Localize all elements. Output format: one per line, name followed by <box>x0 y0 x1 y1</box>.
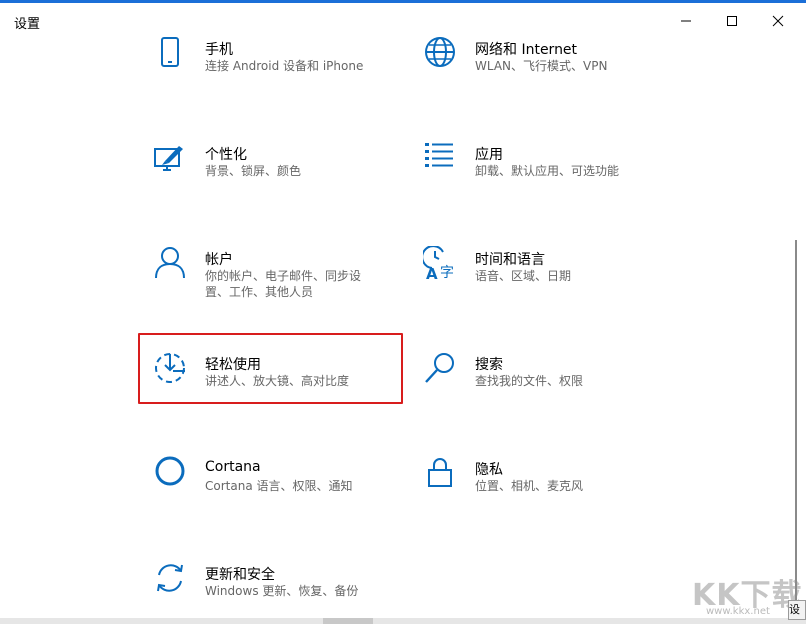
tile-label: 应用 <box>475 147 503 163</box>
tile-accounts[interactable]: 帐户 你的帐户、电子邮件、同步设置、工作、其他人员 <box>153 246 393 306</box>
apps-list-icon <box>425 143 453 167</box>
tile-description: 你的帐户、电子邮件、同步设置、工作、其他人员 <box>205 269 362 299</box>
tile-cortana[interactable]: Cortana Cortana 语言、权限、通知 <box>153 456 393 506</box>
tile-label: 时间和语言 <box>475 252 545 268</box>
tile-description: 连接 Android 设备和 iPhone <box>205 59 364 73</box>
tile-label: Cortana <box>205 459 261 475</box>
highlight-box <box>138 333 403 404</box>
close-icon <box>772 15 784 27</box>
tile-description: 位置、相机、麦克风 <box>475 479 584 493</box>
tile-description: Cortana 语言、权限、通知 <box>205 479 353 493</box>
taskbar-item[interactable] <box>323 618 373 624</box>
vertical-scrollbar[interactable] <box>795 240 797 610</box>
globe-icon <box>425 37 455 67</box>
tile-description: 背景、锁屏、颜色 <box>205 164 302 178</box>
window-title: 设置 <box>14 17 41 32</box>
tile-phone[interactable]: 手机 连接 Android 设备和 iPhone <box>153 36 393 86</box>
maximize-button[interactable] <box>709 6 755 36</box>
personalization-icon <box>154 146 183 171</box>
tile-search[interactable]: 搜索 查找我的文件、权限 <box>423 351 663 401</box>
tile-description: Windows 更新、恢复、备份 <box>205 584 359 598</box>
lock-icon <box>428 458 452 487</box>
minimize-icon <box>681 20 691 22</box>
background-window-title: 设 <box>789 603 800 616</box>
cortana-icon <box>155 456 185 486</box>
taskbar-strip <box>0 618 806 624</box>
tile-label: 网络和 Internet <box>475 42 578 58</box>
tile-label: 帐户 <box>205 252 233 268</box>
person-icon <box>155 247 185 279</box>
tile-apps[interactable]: 应用 卸载、默认应用、可选功能 <box>423 141 663 191</box>
minimize-button[interactable] <box>663 6 709 36</box>
time-language-icon: A 字 <box>423 246 454 280</box>
svg-text:字: 字 <box>440 265 454 280</box>
watermark-url: www.kkx.net <box>706 606 770 617</box>
close-button[interactable] <box>755 6 801 36</box>
tile-privacy[interactable]: 隐私 位置、相机、麦克风 <box>423 456 663 506</box>
tile-update-security[interactable]: 更新和安全 Windows 更新、恢复、备份 <box>153 561 393 611</box>
search-icon <box>425 353 454 383</box>
tile-label: 个性化 <box>205 147 247 163</box>
tile-description: 语音、区域、日期 <box>475 269 572 283</box>
tile-label: 搜索 <box>475 357 503 373</box>
phone-icon <box>161 37 179 67</box>
svg-text:A: A <box>426 265 438 280</box>
tile-description: 查找我的文件、权限 <box>475 374 584 388</box>
tile-label: 更新和安全 <box>205 567 275 583</box>
tile-network[interactable]: 网络和 Internet WLAN、飞行模式、VPN <box>423 36 663 86</box>
background-window-tab[interactable]: 设 <box>788 600 806 620</box>
tile-time-language[interactable]: A 字 时间和语言 语音、区域、日期 <box>423 246 663 296</box>
maximize-icon <box>727 16 737 26</box>
tile-personalization[interactable]: 个性化 背景、锁屏、颜色 <box>153 141 393 191</box>
tile-label: 手机 <box>205 42 233 58</box>
tile-label: 隐私 <box>475 462 503 478</box>
tile-description: 卸载、默认应用、可选功能 <box>475 164 620 178</box>
title-bar: 设置 <box>0 3 806 37</box>
tile-description: WLAN、飞行模式、VPN <box>475 59 608 73</box>
sync-icon <box>157 564 183 592</box>
